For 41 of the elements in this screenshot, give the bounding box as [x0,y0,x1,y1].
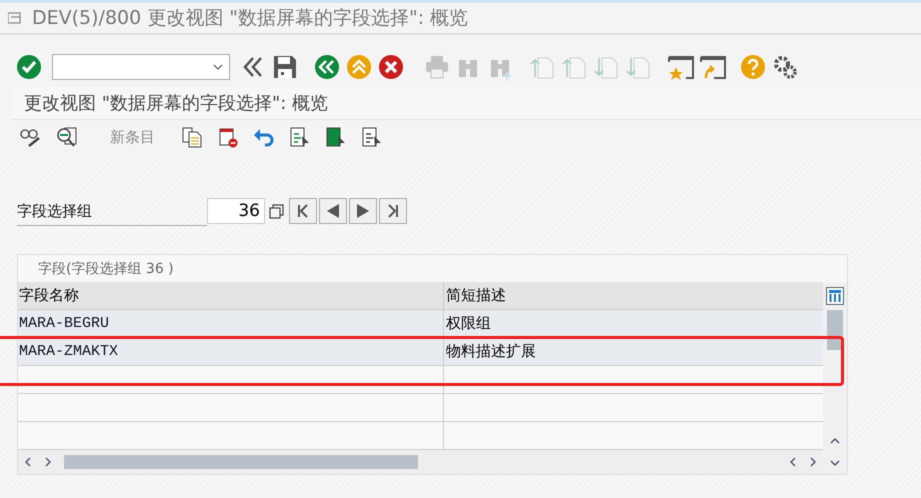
window-arrow-icon[interactable] [700,54,726,80]
triangle-left-icon [326,204,340,218]
window-star-icon[interactable] [668,54,694,80]
double-chevron-left-icon[interactable] [314,54,340,80]
scroll-right-icon[interactable] [45,457,51,467]
first-page-icon [297,204,309,218]
select-document-icon[interactable] [325,126,347,148]
column-header[interactable]: 简短描述 [444,282,823,309]
scroll-left-icon[interactable] [25,457,31,467]
checkmark-icon[interactable] [16,54,42,80]
select-document-icon[interactable] [289,126,311,148]
caret-icon[interactable] [213,64,223,70]
last-page-button[interactable] [379,198,407,224]
deselect-document-icon[interactable] [361,126,383,148]
scroll-down-icon[interactable] [830,460,840,466]
table-cell: MARA-ZMAKTX [18,338,444,365]
delete-document-icon[interactable] [217,126,239,148]
scroll-up-icon[interactable] [830,438,840,444]
copy-icon[interactable] [181,126,203,148]
settings-icon[interactable] [772,54,798,80]
group-number-field[interactable]: 36 [207,198,265,224]
scroll-left-icon[interactable] [790,457,796,467]
magnifier-document-icon[interactable] [56,126,78,148]
column-settings-icon[interactable] [826,287,844,305]
table-cell-text: 物料描述扩展 [445,341,537,362]
first-page-button[interactable] [289,198,317,224]
previous-page-button[interactable] [319,198,347,224]
last-page-icon [387,204,399,218]
table-cell-text: 权限组 [445,313,492,334]
vertical-scrollbar-thumb[interactable] [827,310,843,350]
menu-icon[interactable] [8,12,22,24]
triangle-right-icon [356,204,370,218]
command-field[interactable] [52,54,230,80]
close-icon[interactable] [378,54,404,80]
table-cell: MARA-BEGRU [18,310,444,337]
scroll-right-icon[interactable] [810,457,816,467]
next-page-button[interactable] [349,198,377,224]
table-title: 字段(字段选择组 36 ) [37,260,175,279]
window-title: DEV(5)/800 更改视图 "数据屏幕的字段选择": 概览 [32,6,468,31]
column-header[interactable]: 字段名称 [18,282,444,309]
horizontal-scrollbar-thumb[interactable] [64,455,418,469]
